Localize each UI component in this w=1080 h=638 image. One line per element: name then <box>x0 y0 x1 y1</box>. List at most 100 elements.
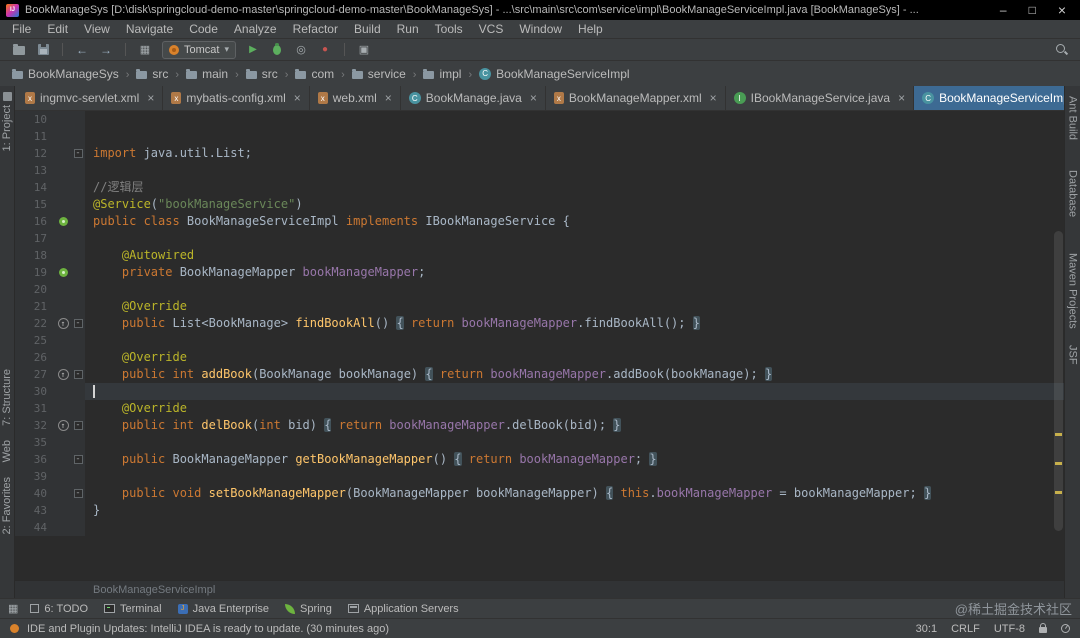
tab-bookmanageserviceimpl-java[interactable]: BookManageServiceImpl.java <box>914 86 1064 110</box>
fold-marker-icon[interactable] <box>73 421 83 430</box>
error-stripe-mark[interactable] <box>1055 491 1062 494</box>
code-line-39[interactable]: 39 <box>15 468 1064 485</box>
spring-bean-icon[interactable] <box>58 268 68 277</box>
breadcrumb-item-impl[interactable]: impl <box>421 67 463 81</box>
menu-window[interactable]: Window <box>511 20 570 38</box>
code-line-32[interactable]: 32 public int delBook(int bid) { return … <box>15 417 1064 434</box>
lock-icon[interactable] <box>1039 623 1047 633</box>
menu-navigate[interactable]: Navigate <box>118 20 181 38</box>
line-number[interactable]: 14 <box>15 179 55 196</box>
run-config-selector[interactable]: Tomcat <box>162 40 236 59</box>
open-button[interactable] <box>8 41 30 59</box>
line-number[interactable]: 21 <box>15 298 55 315</box>
close-tab-icon[interactable] <box>294 91 301 105</box>
close-tab-icon[interactable] <box>147 91 154 105</box>
fold-marker-icon[interactable] <box>73 370 83 379</box>
line-number[interactable]: 15 <box>15 196 55 213</box>
minimize-button[interactable] <box>1000 0 1007 21</box>
line-number[interactable]: 39 <box>15 468 55 485</box>
forward-button[interactable] <box>95 41 117 59</box>
code-line-18[interactable]: 18 @Autowired <box>15 247 1064 264</box>
coverage-button[interactable] <box>290 41 312 59</box>
line-number[interactable]: 44 <box>15 519 55 536</box>
toolwindow-button-1-project[interactable]: 1: Project <box>1 105 13 151</box>
debug-button[interactable] <box>266 41 288 59</box>
fold-marker-icon[interactable] <box>73 455 83 464</box>
overriding-method-icon[interactable] <box>57 369 69 380</box>
close-tab-icon[interactable] <box>530 91 537 105</box>
breadcrumb-item-bookmanageserviceimpl[interactable]: BookManageServiceImpl <box>477 67 631 81</box>
line-number[interactable]: 40 <box>15 485 55 502</box>
line-number[interactable]: 27 <box>15 366 55 383</box>
highlighting-level-icon[interactable] <box>1061 624 1070 633</box>
close-tab-icon[interactable] <box>898 91 905 105</box>
line-number[interactable]: 31 <box>15 400 55 417</box>
code-line-43[interactable]: 43} <box>15 502 1064 519</box>
code-line-26[interactable]: 26 @Override <box>15 349 1064 366</box>
line-number[interactable]: 35 <box>15 434 55 451</box>
tab-web-xml[interactable]: web.xml <box>310 86 401 110</box>
toolwindow-button-java-enterprise[interactable]: Java Enterprise <box>177 603 269 615</box>
line-number[interactable]: 36 <box>15 451 55 468</box>
scrollbar-thumb[interactable] <box>1054 231 1063 531</box>
code-line-20[interactable]: 20 <box>15 281 1064 298</box>
breadcrumb-item-com[interactable]: com <box>293 67 336 81</box>
tab-bookmanagemapper-xml[interactable]: BookManageMapper.xml <box>546 86 726 110</box>
breadcrumb-item-service[interactable]: service <box>350 67 408 81</box>
menu-file[interactable]: File <box>4 20 39 38</box>
code-line-25[interactable]: 25 <box>15 332 1064 349</box>
toolwindow-button-application-servers[interactable]: Application Servers <box>347 603 459 615</box>
code-line-19[interactable]: 19 private BookManageMapper bookManageMa… <box>15 264 1064 281</box>
line-number[interactable]: 25 <box>15 332 55 349</box>
menu-build[interactable]: Build <box>346 20 389 38</box>
menu-analyze[interactable]: Analyze <box>226 20 285 38</box>
error-stripe-mark[interactable] <box>1055 433 1062 436</box>
toolwindow-button-7-structure[interactable]: 7: Structure <box>1 369 13 426</box>
menu-edit[interactable]: Edit <box>39 20 76 38</box>
project-toolwindow-icon[interactable] <box>2 92 12 101</box>
code-line-17[interactable]: 17 <box>15 230 1064 247</box>
code-line-16[interactable]: 16 public class BookManageServiceImpl imp… <box>15 213 1064 230</box>
code-line-44[interactable]: 44 <box>15 519 1064 536</box>
line-number[interactable]: 10 <box>15 111 55 128</box>
toolwindow-button-6-todo[interactable]: 6: TODO <box>30 603 88 615</box>
close-button[interactable] <box>1058 0 1066 21</box>
line-number[interactable]: 16 <box>15 213 55 230</box>
stop-button[interactable] <box>314 41 336 59</box>
code-line-36[interactable]: 36 public BookManageMapper getBookManage… <box>15 451 1064 468</box>
code-line-31[interactable]: 31 @Override <box>15 400 1064 417</box>
save-all-button[interactable] <box>32 41 54 59</box>
tab-mybatis-config-xml[interactable]: mybatis-config.xml <box>163 86 310 110</box>
toolwindow-button-database[interactable]: Database <box>1067 170 1079 217</box>
code-line-13[interactable]: 13 <box>15 162 1064 179</box>
build-button[interactable] <box>134 41 156 59</box>
error-stripe-mark[interactable] <box>1055 462 1062 465</box>
line-number[interactable]: 11 <box>15 128 55 145</box>
overriding-method-icon[interactable] <box>57 420 69 431</box>
code-line-30[interactable]: 30 <box>15 383 1064 400</box>
overriding-method-icon[interactable] <box>57 318 69 329</box>
code-line-15[interactable]: 15 @Service("bookManageService") <box>15 196 1064 213</box>
caret-position[interactable]: 30:1 <box>916 623 937 635</box>
maximize-button[interactable] <box>1029 0 1036 21</box>
menu-vcs[interactable]: VCS <box>471 20 512 38</box>
search-everywhere-button[interactable] <box>1050 41 1072 59</box>
code-line-27[interactable]: 27 public int addBook(BookManage bookMan… <box>15 366 1064 383</box>
code-line-35[interactable]: 35 <box>15 434 1064 451</box>
menu-view[interactable]: View <box>76 20 118 38</box>
toolwindow-button-ant-build[interactable]: Ant Build <box>1067 96 1079 140</box>
menu-run[interactable]: Run <box>389 20 427 38</box>
breadcrumb-item-bookmanagesys[interactable]: BookManageSys <box>10 67 121 81</box>
menu-refactor[interactable]: Refactor <box>285 20 346 38</box>
line-number[interactable]: 26 <box>15 349 55 366</box>
line-number[interactable]: 22 <box>15 315 55 332</box>
breadcrumb-item-src[interactable]: src <box>134 67 170 81</box>
update-notification-icon[interactable] <box>10 624 19 633</box>
code-line-12[interactable]: 12 import java.util.List; <box>15 145 1064 162</box>
fold-marker-icon[interactable] <box>73 489 83 498</box>
toolwindow-button-spring[interactable]: Spring <box>285 603 332 615</box>
line-number[interactable]: 17 <box>15 230 55 247</box>
close-tab-icon[interactable] <box>710 91 717 105</box>
spring-bean-icon[interactable] <box>58 217 68 226</box>
menu-tools[interactable]: Tools <box>427 20 471 38</box>
